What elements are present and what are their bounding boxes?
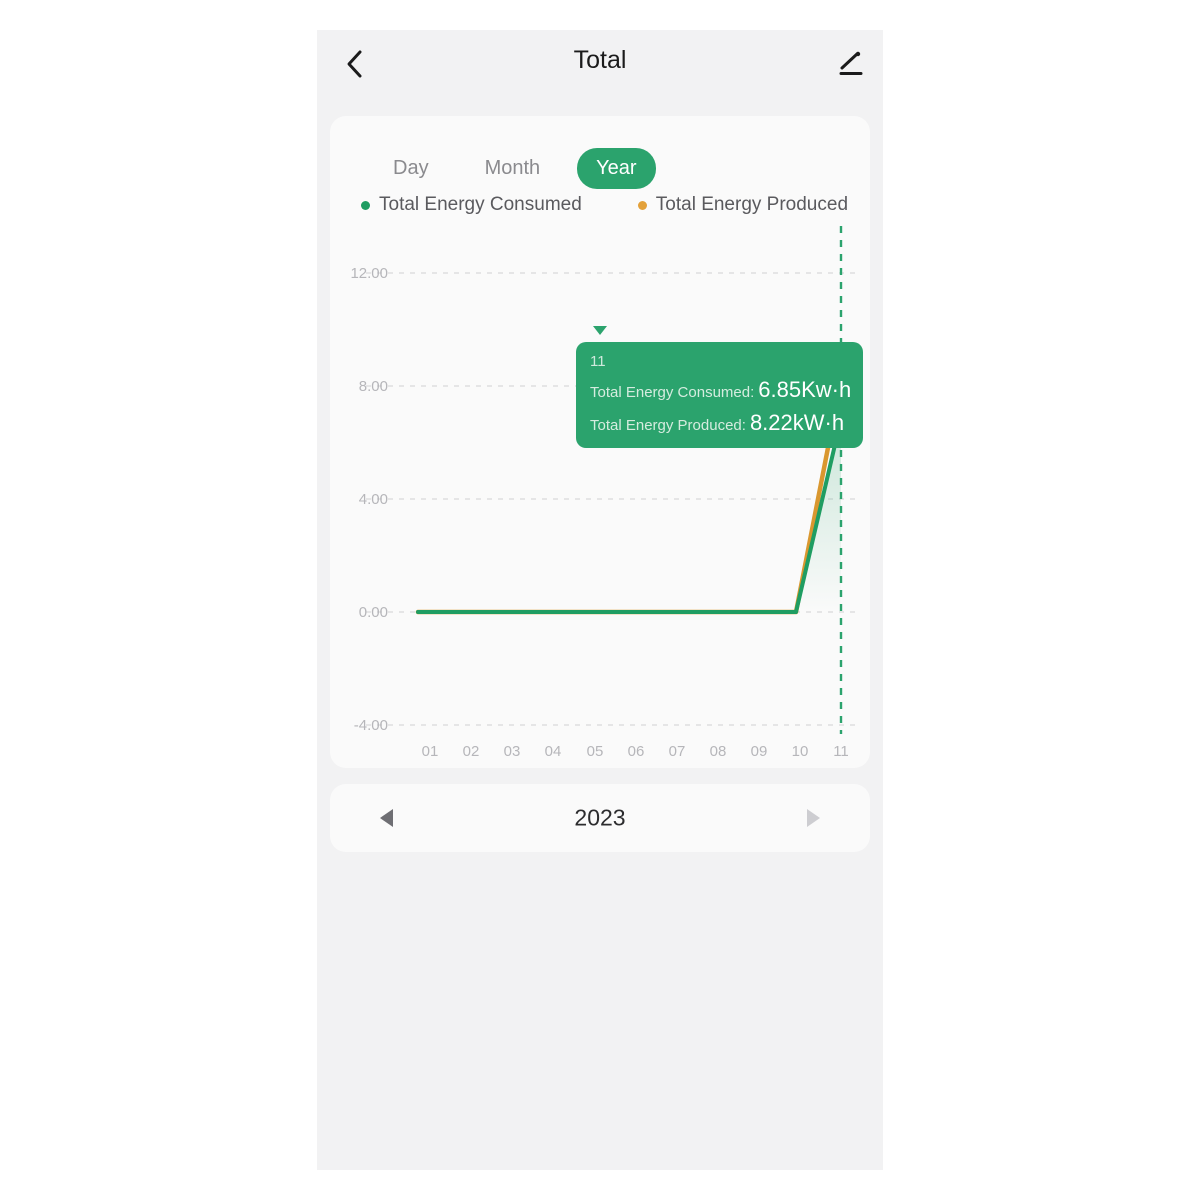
- x-tick-label: 02: [463, 743, 480, 760]
- tooltip-x-label: 11: [590, 353, 606, 370]
- chart-legend: Total Energy Consumed Total Energy Produ…: [361, 194, 848, 216]
- y-axis-ticks: 12.00 8.00 4.00 0.00 -4.00: [350, 265, 388, 734]
- x-tick-label: 06: [628, 743, 645, 760]
- y-tick-label: 0.00: [359, 604, 388, 621]
- next-year-button[interactable]: [796, 801, 830, 835]
- tooltip-key-produced: Total Energy Produced:: [590, 417, 746, 434]
- x-tick-label: 01: [422, 743, 439, 760]
- edit-button[interactable]: [831, 44, 871, 84]
- y-tick-label: 8.00: [359, 378, 388, 395]
- triangle-right-icon: [807, 809, 820, 827]
- year-label: 2023: [574, 804, 626, 831]
- x-axis-ticks: 01 02 03 04 05 06 07 08 09 10 11: [422, 743, 849, 760]
- legend-label-produced: Total Energy Produced: [655, 194, 849, 215]
- x-tick-label: 09: [751, 743, 768, 760]
- tooltip-row-consumed: Total Energy Consumed: 6.85Kw·h: [590, 377, 852, 403]
- x-tick-label: 10: [792, 743, 809, 760]
- y-tick-label: 12.00: [350, 265, 388, 282]
- x-tick-label: 11: [833, 743, 849, 760]
- tab-month[interactable]: Month: [466, 148, 560, 189]
- chart-plot-area[interactable]: 12.00 8.00 4.00 0.00 -4.00 01 02 03 04 0…: [330, 226, 870, 768]
- gridlines: [366, 272, 858, 726]
- legend-label-consumed: Total Energy Consumed: [379, 194, 582, 215]
- y-tick-label: 4.00: [359, 491, 388, 508]
- x-tick-label: 08: [710, 743, 727, 760]
- x-tick-label: 04: [545, 743, 562, 760]
- tooltip-row-produced: Total Energy Produced: 8.22kW·h: [590, 410, 849, 436]
- x-tick-label: 03: [504, 743, 521, 760]
- year-selector: 2023: [330, 784, 870, 852]
- x-tick-label: 07: [669, 743, 686, 760]
- x-tick-label: 05: [587, 743, 604, 760]
- tooltip-value-produced: 8.22kW·h: [749, 410, 845, 435]
- tab-year[interactable]: Year: [577, 148, 656, 189]
- legend-dot-orange-icon: [637, 200, 647, 210]
- tooltip-key-consumed: Total Energy Consumed:: [590, 384, 755, 401]
- tooltip-value-consumed: 6.85Kw·h: [758, 377, 852, 402]
- page-title: Total: [573, 46, 627, 74]
- y-tick-label: -4.00: [354, 717, 388, 734]
- legend-item-consumed[interactable]: Total Energy Consumed: [361, 194, 582, 216]
- tooltip-pointer-icon: [593, 326, 607, 335]
- legend-item-produced[interactable]: Total Energy Produced: [637, 194, 849, 216]
- period-tabs: Day Month Year: [374, 148, 656, 189]
- pencil-icon: [839, 51, 863, 75]
- app-header: Total: [317, 30, 883, 92]
- line-chart-svg: 12.00 8.00 4.00 0.00 -4.00 01 02 03 04 0…: [350, 226, 858, 760]
- legend-dot-green-icon: [361, 200, 370, 210]
- tab-day[interactable]: Day: [374, 148, 448, 189]
- chart-tooltip: 11 Total Energy Consumed: 6.85Kw·h Total…: [576, 342, 863, 448]
- chart-card: Day Month Year Total Energy Consumed Tot…: [330, 116, 870, 768]
- phone-screen: Total Day Month Year Total Energy Consum…: [317, 30, 883, 1170]
